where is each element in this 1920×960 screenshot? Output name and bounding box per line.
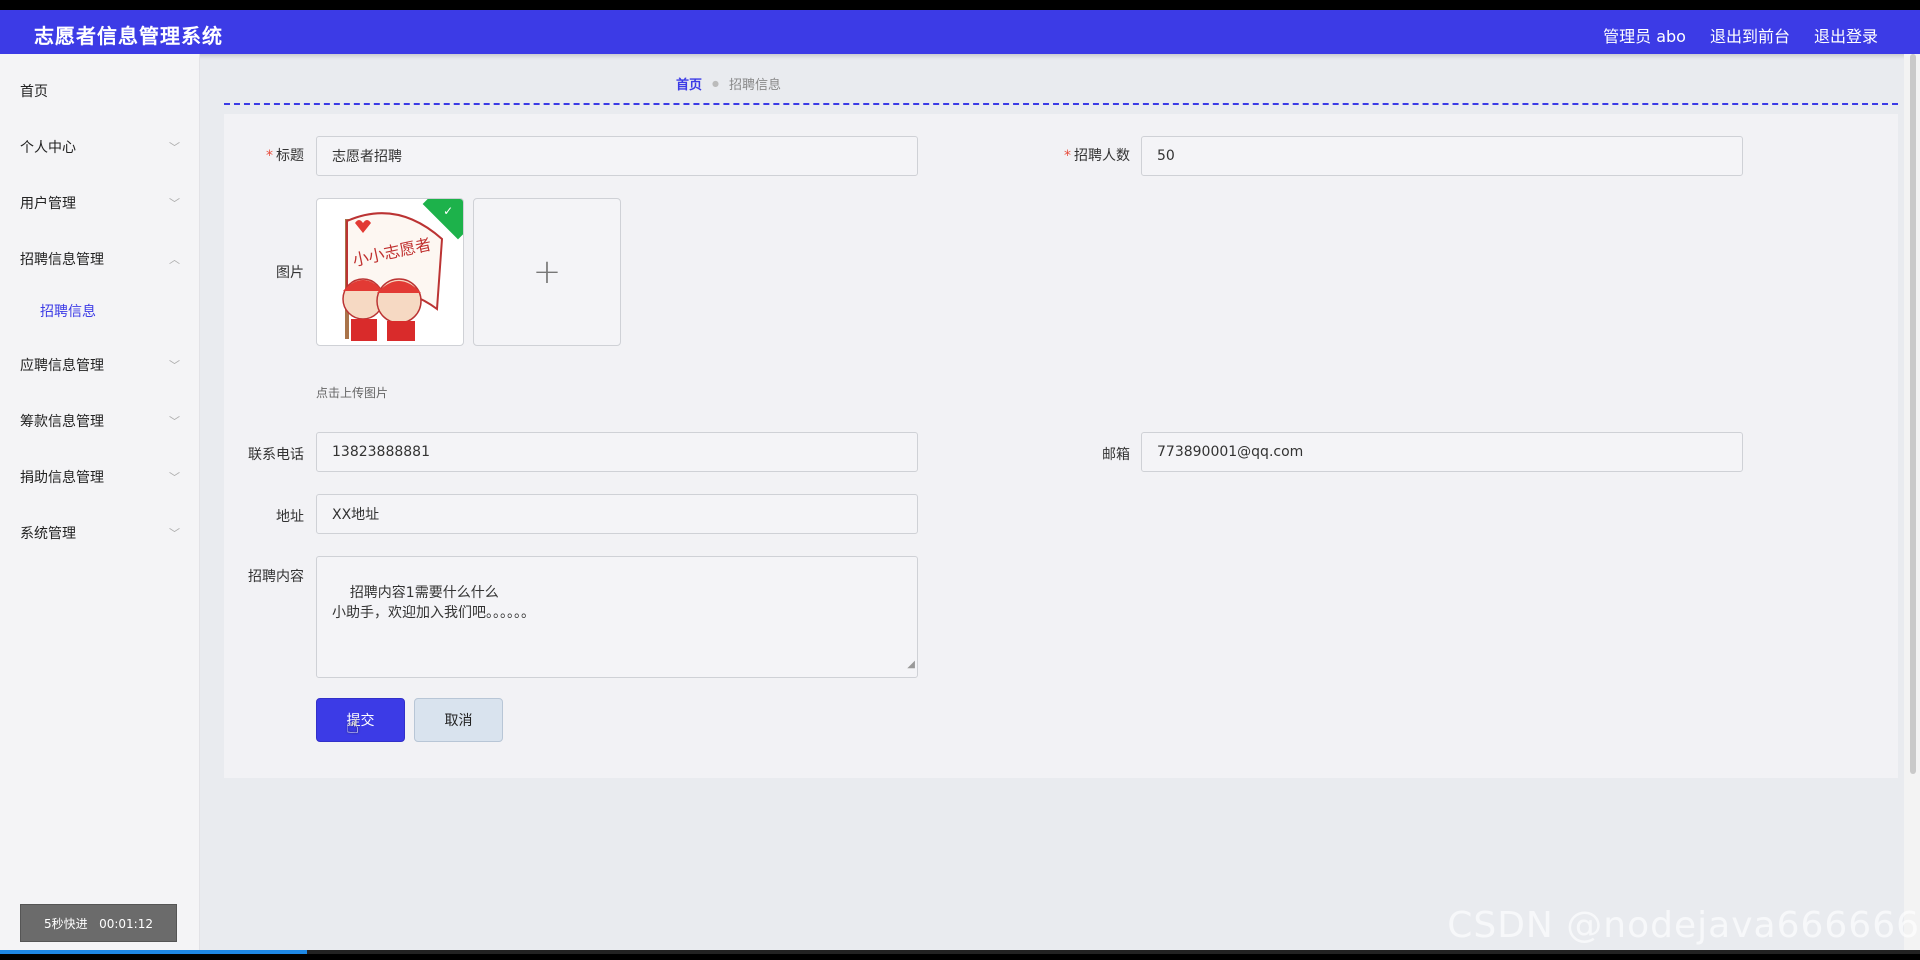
sidebar-item-home[interactable]: 首页 bbox=[0, 72, 200, 112]
required-mark: * bbox=[266, 148, 273, 164]
sidebar-item-user-management[interactable]: 用户管理 ﹀ bbox=[0, 184, 200, 224]
exit-to-frontend-link[interactable]: 退出到前台 bbox=[1710, 23, 1790, 47]
watermark: CSDN @nodejava666666 bbox=[1447, 905, 1920, 946]
sidebar-item-donation-management[interactable]: 捐助信息管理 ﹀ bbox=[0, 458, 200, 498]
breadcrumb-home[interactable]: 首页 bbox=[676, 74, 702, 93]
app-title: 志愿者信息管理系统 bbox=[34, 24, 223, 48]
phone-input[interactable]: 13823888881 bbox=[316, 432, 918, 472]
sidebar-item-label: 招聘信息管理 bbox=[20, 252, 104, 268]
top-header: 志愿者信息管理系统 管理员 abo 退出到前台 退出登录 bbox=[0, 10, 1920, 54]
sidebar-item-label: 首页 bbox=[20, 84, 48, 100]
breadcrumb-separator-icon: ● bbox=[712, 79, 719, 88]
sidebar-subitem-recruitment-info[interactable]: 招聘信息 bbox=[0, 294, 200, 330]
chevron-down-icon: ﹀ bbox=[169, 197, 180, 210]
sidebar-item-application-management[interactable]: 应聘信息管理 ﹀ bbox=[0, 346, 200, 386]
chevron-down-icon: ﹀ bbox=[169, 527, 180, 540]
address-input[interactable]: XX地址 bbox=[316, 494, 918, 534]
add-image-button[interactable]: + bbox=[473, 198, 621, 346]
check-icon: ✓ bbox=[443, 204, 454, 219]
header-links: 管理员 abo 退出到前台 退出登录 bbox=[1603, 23, 1878, 47]
breadcrumb-divider bbox=[224, 103, 1898, 105]
cancel-button[interactable]: 取消 bbox=[414, 698, 503, 742]
chevron-down-icon: ﹀ bbox=[169, 415, 180, 428]
sidebar-item-label: 筹款信息管理 bbox=[20, 414, 104, 430]
required-mark: * bbox=[1064, 148, 1071, 164]
chevron-down-icon: ﹀ bbox=[169, 141, 180, 154]
hand-cursor-icon: ☝ bbox=[346, 714, 360, 739]
phone-label: 联系电话 bbox=[248, 447, 304, 463]
fast-forward-timer[interactable]: 5秒快进 00:01:12 bbox=[20, 904, 177, 942]
sidebar-item-label: 捐助信息管理 bbox=[20, 470, 104, 486]
image-label: 图片 bbox=[276, 265, 304, 281]
scrollbar-thumb[interactable] bbox=[1910, 54, 1916, 774]
email-label: 邮箱 bbox=[1102, 447, 1130, 463]
sidebar-item-system-management[interactable]: 系统管理 ﹀ bbox=[0, 514, 200, 554]
breadcrumb-current: 招聘信息 bbox=[729, 78, 782, 93]
content-textarea[interactable]: 招聘内容1需要什么什么 小助手，欢迎加入我们吧。。。。。。 ◢ bbox=[316, 556, 918, 678]
sidebar-item-label: 应聘信息管理 bbox=[20, 358, 104, 374]
address-label: 地址 bbox=[276, 509, 304, 525]
video-progress-bar[interactable] bbox=[0, 950, 1920, 954]
content-label: 招聘内容 bbox=[248, 569, 304, 585]
sidebar-subitem-label: 招聘信息 bbox=[40, 304, 96, 320]
title-input[interactable]: 志愿者招聘 bbox=[316, 136, 918, 176]
chevron-down-icon: ﹀ bbox=[169, 471, 180, 484]
recruit-count-input[interactable]: 50 bbox=[1141, 136, 1743, 176]
upload-hint: 点击上传图片 bbox=[316, 386, 389, 400]
uploaded-image-thumbnail[interactable]: 小小志愿者 ✓ bbox=[316, 198, 464, 346]
breadcrumb: 首页 ● 招聘信息 bbox=[676, 74, 781, 93]
sidebar-item-label: 个人中心 bbox=[20, 140, 76, 156]
content-text: 招聘内容1需要什么什么 小助手，欢迎加入我们吧。。。。。。 bbox=[332, 585, 535, 621]
resize-handle-icon[interactable]: ◢ bbox=[907, 655, 915, 675]
sidebar: 首页 个人中心 ﹀ 用户管理 ﹀ 招聘信息管理 ︿ 招聘信息 应聘信息管理 ﹀ … bbox=[0, 54, 200, 950]
sidebar-item-personal-center[interactable]: 个人中心 ﹀ bbox=[0, 128, 200, 168]
sidebar-item-recruitment-management[interactable]: 招聘信息管理 ︿ bbox=[0, 240, 200, 280]
title-label: * 标题 bbox=[266, 148, 304, 164]
video-progress-fill bbox=[0, 950, 308, 954]
chevron-up-icon: ︿ bbox=[169, 253, 180, 266]
sidebar-item-fundraising-management[interactable]: 筹款信息管理 ﹀ bbox=[0, 402, 200, 442]
recruit-count-label: * 招聘人数 bbox=[1064, 148, 1130, 164]
logout-link[interactable]: 退出登录 bbox=[1814, 23, 1878, 47]
sidebar-item-label: 系统管理 bbox=[20, 526, 76, 542]
email-input[interactable]: 773890001@qq.com bbox=[1141, 432, 1743, 472]
submit-button[interactable]: 提交 bbox=[316, 698, 405, 742]
app-frame: 志愿者信息管理系统 管理员 abo 退出到前台 退出登录 首页 个人中心 ﹀ 用… bbox=[0, 10, 1920, 950]
chevron-down-icon: ﹀ bbox=[169, 359, 180, 372]
sidebar-item-label: 用户管理 bbox=[20, 196, 76, 212]
page-scrollbar[interactable] bbox=[1904, 54, 1920, 950]
admin-user-link[interactable]: 管理员 abo bbox=[1603, 23, 1686, 47]
